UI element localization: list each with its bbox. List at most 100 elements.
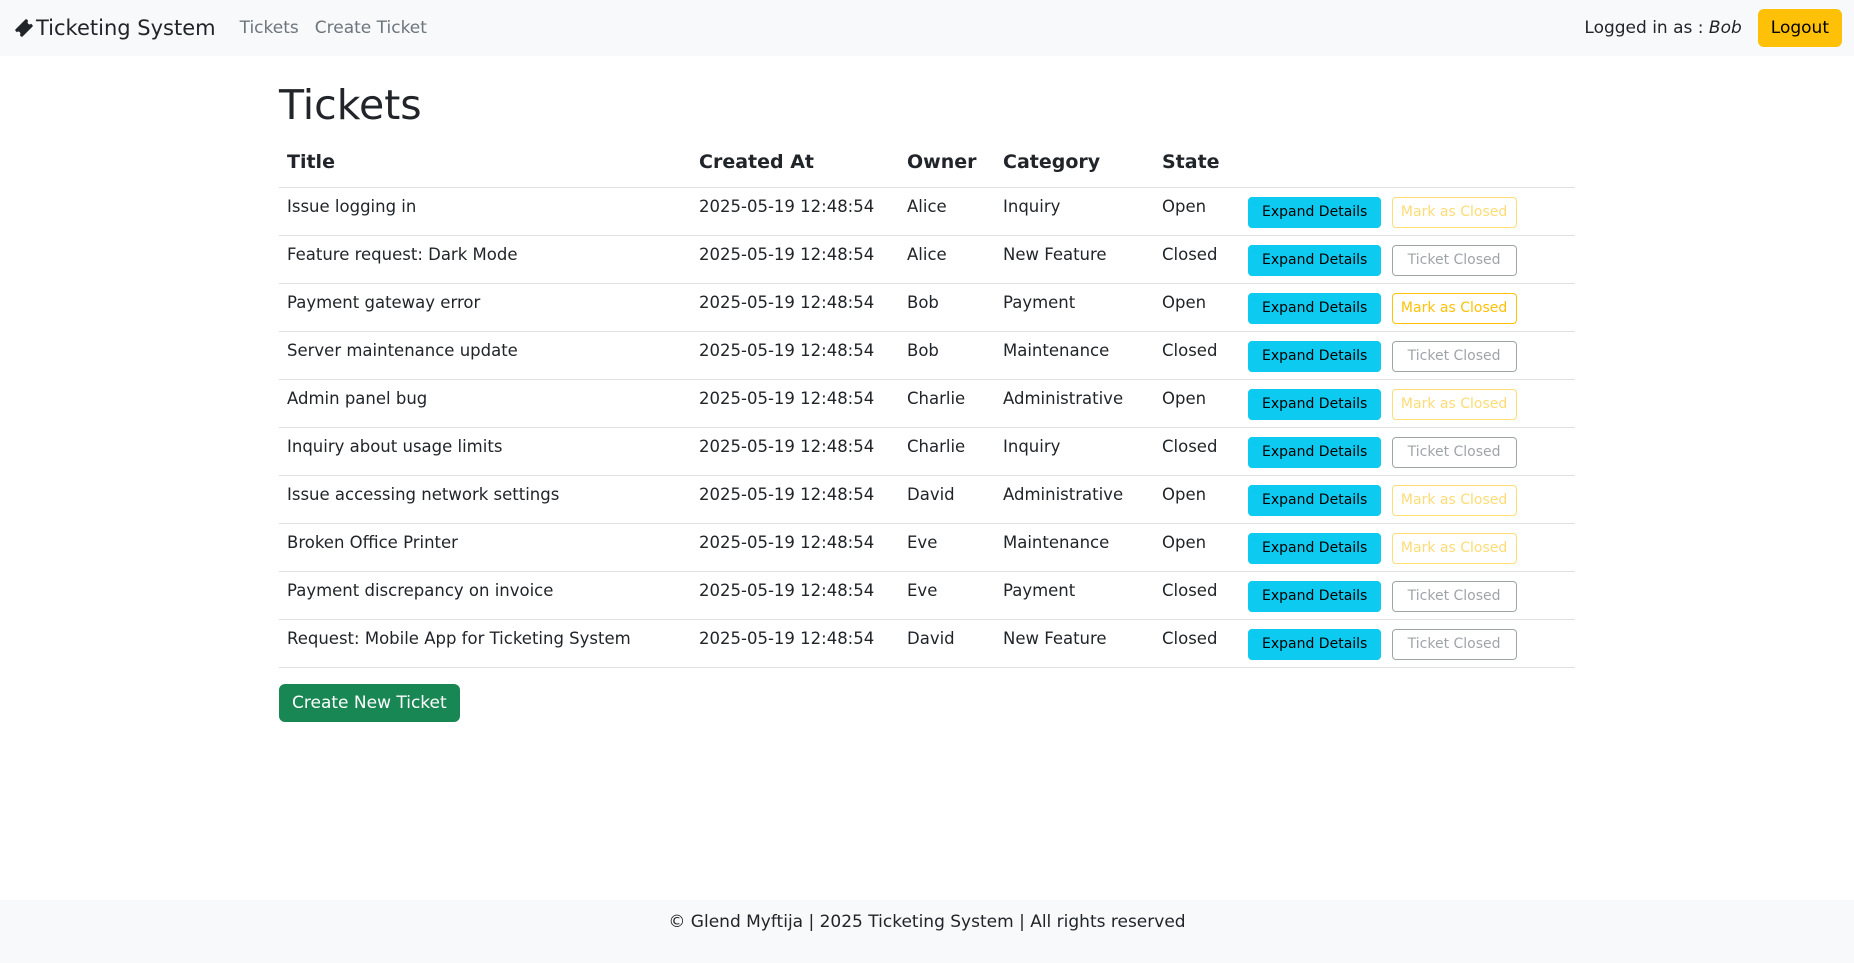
ticket-created-at: 2025-05-19 12:48:54 (691, 331, 899, 380)
ticket-state: Closed (1154, 571, 1240, 620)
ticket-owner: Charlie (899, 379, 995, 428)
logged-in-prefix: Logged in as : (1584, 18, 1704, 38)
tickets-table: Title Created At Owner Category State Is… (279, 138, 1575, 668)
expand-details-button[interactable]: Expand Details (1248, 484, 1382, 516)
navbar: Ticketing System Tickets Create Ticket L… (0, 0, 1854, 56)
brand-link[interactable]: Ticketing System (13, 0, 216, 56)
expand-details-button[interactable]: Expand Details (1248, 340, 1382, 372)
expand-details-button[interactable]: Expand Details (1248, 388, 1382, 420)
ticket-state: Closed (1154, 427, 1240, 476)
ticket-category: Payment (995, 571, 1154, 620)
ticket-actions: Expand Details Ticket Closed (1240, 235, 1575, 284)
ticket-title: Admin panel bug (279, 379, 691, 428)
ticket-owner: Alice (899, 187, 995, 236)
ticket-owner: Bob (899, 283, 995, 332)
brand-name: Ticketing System (36, 16, 216, 40)
ticket-owner: David (899, 619, 995, 668)
table-row: Server maintenance update 2025-05-19 12:… (279, 331, 1575, 380)
table-row: Inquiry about usage limits 2025-05-19 12… (279, 427, 1575, 476)
ticket-created-at: 2025-05-19 12:48:54 (691, 427, 899, 476)
ticket-closed-button: Ticket Closed (1391, 244, 1517, 276)
logged-in-label: Logged in as : Bob (1584, 18, 1741, 38)
ticket-title: Broken Office Printer (279, 523, 691, 572)
expand-details-button[interactable]: Expand Details (1248, 436, 1382, 468)
mark-as-closed-button[interactable]: Mark as Closed (1391, 484, 1517, 516)
table-row: Feature request: Dark Mode 2025-05-19 12… (279, 235, 1575, 284)
ticket-created-at: 2025-05-19 12:48:54 (691, 619, 899, 668)
nav-link-tickets[interactable]: Tickets (240, 18, 299, 38)
ticket-actions: Expand Details Mark as Closed (1240, 523, 1575, 572)
table-row: Admin panel bug 2025-05-19 12:48:54 Char… (279, 379, 1575, 428)
expand-details-button[interactable]: Expand Details (1248, 580, 1382, 612)
expand-details-button[interactable]: Expand Details (1248, 628, 1382, 660)
ticket-title: Payment discrepancy on invoice (279, 571, 691, 620)
ticket-category: Administrative (995, 475, 1154, 524)
ticket-actions: Expand Details Mark as Closed (1240, 475, 1575, 524)
ticket-actions: Expand Details Ticket Closed (1240, 619, 1575, 668)
table-row: Payment discrepancy on invoice 2025-05-1… (279, 571, 1575, 620)
logged-in-user: Bob (1708, 18, 1742, 38)
column-header-owner: Owner (899, 138, 995, 188)
mark-as-closed-button[interactable]: Mark as Closed (1391, 196, 1517, 228)
footer-text: © Glend Myftija | 2025 Ticketing System … (668, 912, 1186, 932)
main-content: Tickets Title Created At Owner Category … (279, 56, 1575, 722)
mark-as-closed-button[interactable]: Mark as Closed (1391, 388, 1517, 420)
ticket-actions: Expand Details Mark as Closed (1240, 283, 1575, 332)
ticket-state: Open (1154, 187, 1240, 236)
ticket-created-at: 2025-05-19 12:48:54 (691, 475, 899, 524)
page-title: Tickets (279, 81, 422, 129)
ticket-category: Inquiry (995, 427, 1154, 476)
table-row: Issue accessing network settings 2025-05… (279, 475, 1575, 524)
ticket-created-at: 2025-05-19 12:48:54 (691, 235, 899, 284)
nav-link-create-ticket[interactable]: Create Ticket (315, 18, 427, 38)
ticket-title: Feature request: Dark Mode (279, 235, 691, 284)
ticket-state: Closed (1154, 235, 1240, 284)
ticket-category: Administrative (995, 379, 1154, 428)
ticket-created-at: 2025-05-19 12:48:54 (691, 379, 899, 428)
ticket-icon (13, 17, 35, 39)
ticket-closed-button: Ticket Closed (1391, 628, 1517, 660)
footer: © Glend Myftija | 2025 Ticketing System … (0, 900, 1854, 963)
ticket-created-at: 2025-05-19 12:48:54 (691, 571, 899, 620)
ticket-title: Server maintenance update (279, 331, 691, 380)
ticket-state: Closed (1154, 619, 1240, 668)
ticket-owner: Eve (899, 571, 995, 620)
ticket-category: New Feature (995, 619, 1154, 668)
ticket-state: Open (1154, 475, 1240, 524)
table-row: Request: Mobile App for Ticketing System… (279, 619, 1575, 668)
ticket-actions: Expand Details Mark as Closed (1240, 187, 1575, 236)
ticket-title: Inquiry about usage limits (279, 427, 691, 476)
column-header-actions (1240, 138, 1575, 188)
ticket-closed-button: Ticket Closed (1391, 436, 1517, 468)
mark-as-closed-button[interactable]: Mark as Closed (1391, 532, 1517, 564)
ticket-owner: Alice (899, 235, 995, 284)
ticket-state: Closed (1154, 331, 1240, 380)
create-new-ticket-button[interactable]: Create New Ticket (279, 683, 460, 722)
column-header-title: Title (279, 138, 691, 188)
ticket-title: Issue accessing network settings (279, 475, 691, 524)
ticket-category: Inquiry (995, 187, 1154, 236)
ticket-actions: Expand Details Ticket Closed (1240, 331, 1575, 380)
ticket-state: Open (1154, 379, 1240, 428)
column-header-category: Category (995, 138, 1154, 188)
ticket-state: Open (1154, 283, 1240, 332)
expand-details-button[interactable]: Expand Details (1248, 292, 1382, 324)
ticket-category: Maintenance (995, 523, 1154, 572)
expand-details-button[interactable]: Expand Details (1248, 196, 1382, 228)
ticket-title: Payment gateway error (279, 283, 691, 332)
ticket-created-at: 2025-05-19 12:48:54 (691, 523, 899, 572)
ticket-owner: David (899, 475, 995, 524)
ticket-created-at: 2025-05-19 12:48:54 (691, 187, 899, 236)
table-row: Payment gateway error 2025-05-19 12:48:5… (279, 283, 1575, 332)
ticket-created-at: 2025-05-19 12:48:54 (691, 283, 899, 332)
expand-details-button[interactable]: Expand Details (1248, 244, 1382, 276)
mark-as-closed-button[interactable]: Mark as Closed (1391, 292, 1517, 324)
ticket-owner: Eve (899, 523, 995, 572)
logout-button[interactable]: Logout (1757, 9, 1842, 47)
expand-details-button[interactable]: Expand Details (1248, 532, 1382, 564)
ticket-category: New Feature (995, 235, 1154, 284)
column-header-state: State (1154, 138, 1240, 188)
ticket-title: Request: Mobile App for Ticketing System (279, 619, 691, 668)
ticket-closed-button: Ticket Closed (1391, 340, 1517, 372)
ticket-category: Payment (995, 283, 1154, 332)
